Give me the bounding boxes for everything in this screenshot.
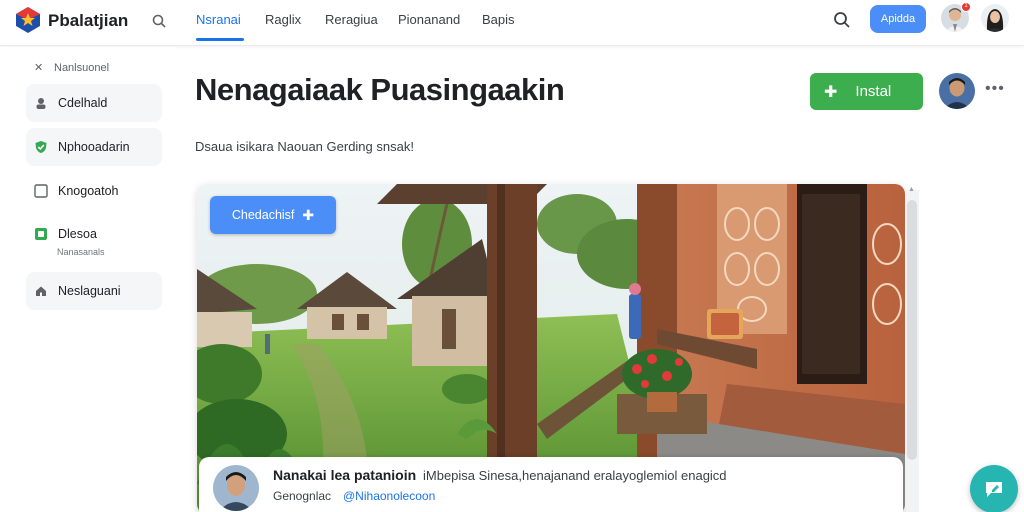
sidebar-item-cdelhald[interactable]: Cdelhald xyxy=(26,84,162,122)
author-name[interactable]: Nanakai lea patanioin xyxy=(273,467,416,483)
sidebar-item-dlesoa[interactable]: Dlesoa xyxy=(26,217,162,247)
shield-check-icon xyxy=(34,140,48,154)
tab-pionanand[interactable]: Pionanand xyxy=(398,12,460,27)
more-options-icon[interactable]: ••• xyxy=(985,80,1005,98)
chat-icon xyxy=(986,482,1002,497)
female-avatar-icon xyxy=(981,4,1009,32)
scrollbar-thumb[interactable] xyxy=(907,200,917,460)
green-square-icon xyxy=(34,227,48,241)
top-navigation-bar: Pbalatjian Nsranai Raglix Reragiua Piona… xyxy=(0,0,1024,46)
sidebar-item-neslaguani[interactable]: Neslaguani xyxy=(26,272,162,310)
plus-icon: ✚ xyxy=(302,206,315,223)
brand-logo-icon[interactable] xyxy=(14,6,42,34)
tab-nsranai[interactable]: Nsranai xyxy=(196,12,241,27)
user-icon xyxy=(34,96,48,110)
overlay-action-button[interactable]: Chedachisf ✚ xyxy=(210,196,336,234)
tab-raglix[interactable]: Raglix xyxy=(265,12,301,27)
install-button[interactable]: ✚ Instal xyxy=(810,73,923,110)
header-action-button[interactable]: Apidda xyxy=(870,5,926,33)
male-avatar-icon xyxy=(939,73,975,109)
male-avatar-icon xyxy=(213,465,259,511)
overlay-button-label: Chedachisf xyxy=(231,208,295,222)
install-label: Instal xyxy=(855,83,892,100)
plus-icon: ✚ xyxy=(824,83,838,101)
sidebar-item-label: Cdelhald xyxy=(58,96,108,110)
second-user-avatar[interactable] xyxy=(981,4,1009,32)
author-subtitle: Genognlac xyxy=(273,489,332,503)
active-tab-indicator xyxy=(196,38,244,41)
sidebar-header: ✕ Nanlsuonel xyxy=(34,61,109,74)
author-description: iMbepisa Sinesa,henajanand eralayoglemio… xyxy=(423,468,727,483)
tab-bapis[interactable]: Bapis xyxy=(482,12,515,27)
sidebar-item-label: Knogoatoh xyxy=(58,184,119,198)
scroll-up-icon[interactable]: ▲ xyxy=(908,186,915,193)
author-info-bar: Nanakai lea patanioin iMbepisa Sinesa,he… xyxy=(199,457,903,512)
page-subtitle: Dsaua isikara Naouan Gerding snsak! xyxy=(195,139,414,154)
chat-fab-button[interactable] xyxy=(970,465,1018,512)
home-icon xyxy=(34,284,48,298)
nav-search-icon[interactable] xyxy=(151,13,167,29)
sidebar-item-label: Dlesoa xyxy=(58,227,97,241)
sidebar-item-label: Neslaguani xyxy=(58,284,121,298)
checkbox-icon[interactable] xyxy=(34,184,48,198)
author-avatar[interactable] xyxy=(213,465,259,511)
sidebar-header-label: Nanlsuonel xyxy=(54,62,110,74)
sidebar-item-knogoatoh[interactable]: Knogoatoh xyxy=(26,172,162,210)
profile-avatar[interactable] xyxy=(939,73,975,109)
search-icon[interactable] xyxy=(832,10,852,30)
sidebar-item-nphooadarin[interactable]: Nphooadarin xyxy=(26,128,162,166)
tab-reragiua[interactable]: Reragiua xyxy=(325,12,378,27)
page-title: Nenagaiaak Puasingaakin xyxy=(195,72,565,107)
sidebar-item-sublabel: Nanasanals xyxy=(57,247,105,257)
notification-badge: 1 xyxy=(961,2,971,12)
sidebar-item-label: Nphooadarin xyxy=(58,140,130,154)
sidebar: ✕ Nanlsuonel Cdelhald Nphooadarin Knogoat… xyxy=(0,47,176,512)
collapse-icon[interactable]: ✕ xyxy=(34,61,46,74)
brand-name[interactable]: Pbalatjian xyxy=(48,11,128,31)
author-handle-link[interactable]: @Nihaonolecoon xyxy=(343,489,435,503)
